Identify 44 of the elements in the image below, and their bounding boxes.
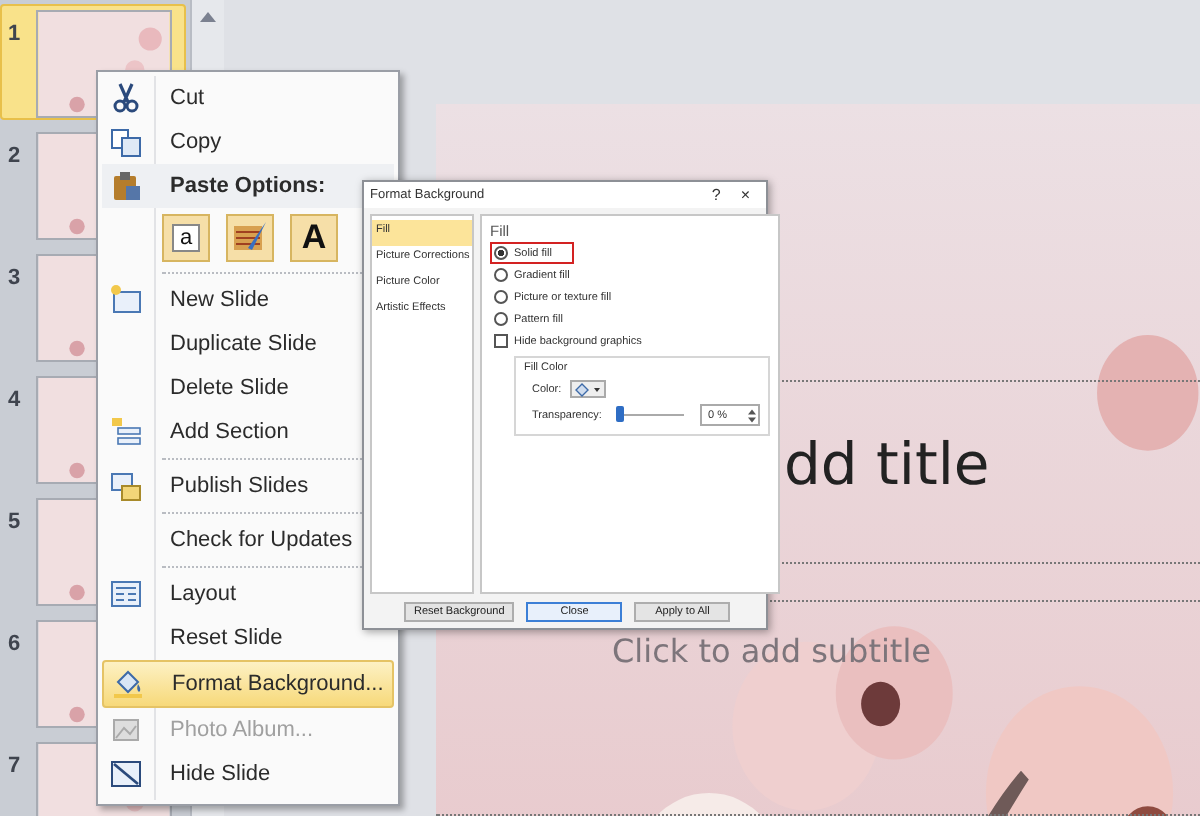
spin-arrows-icon[interactable] [748, 407, 756, 423]
menu-item[interactable]: Reset Slide [170, 626, 283, 650]
paint-bucket-icon [112, 668, 144, 700]
scissors-icon [110, 82, 142, 114]
radio-button[interactable] [494, 246, 508, 260]
menu-section-header: Paste Options: [170, 174, 326, 198]
slide-number: 6 [8, 630, 23, 656]
slider-thumb[interactable] [616, 406, 624, 422]
clipboard-icon [110, 170, 142, 202]
slide-title-placeholder[interactable]: dd title [784, 430, 990, 498]
menu-item[interactable]: Add Section [170, 420, 289, 444]
publish-slides-icon [110, 470, 142, 502]
color-picker-button[interactable] [569, 380, 606, 398]
close-button[interactable]: × [730, 186, 760, 204]
menu-item[interactable]: Publish Slides [170, 474, 309, 498]
menu-item[interactable]: Layout [170, 582, 237, 606]
layout-icon [110, 578, 142, 610]
copy-icon [110, 126, 142, 158]
radio-button[interactable] [494, 268, 508, 282]
slide-number: 5 [8, 508, 23, 534]
menu-item[interactable]: Check for Updates [170, 528, 353, 552]
menu-item[interactable]: Duplicate Slide [170, 332, 317, 356]
slide-number: 4 [8, 386, 23, 412]
menu-item[interactable]: Format Background... [102, 660, 394, 708]
radio-button[interactable] [494, 290, 508, 304]
slide-number: 1 [8, 20, 23, 46]
paste-option-button[interactable] [226, 214, 274, 262]
slide-number: 3 [8, 264, 23, 290]
slide-number: 2 [8, 142, 23, 168]
add-section-icon [110, 416, 142, 448]
menu-item[interactable]: Copy [170, 130, 222, 154]
paste-option-button[interactable]: A [290, 214, 338, 262]
new-slide-icon [110, 284, 142, 316]
help-button[interactable]: ? [701, 186, 731, 204]
hide-slide-icon [110, 758, 142, 790]
paste-option-button[interactable]: a [162, 214, 210, 262]
photo-album-icon [110, 714, 142, 746]
scroll-up-icon[interactable] [200, 12, 216, 22]
menu-item[interactable]: New Slide [170, 288, 270, 312]
slide-number: 7 [8, 752, 23, 778]
radio-button[interactable] [494, 312, 508, 326]
menu-item[interactable]: Delete Slide [170, 376, 289, 400]
menu-item[interactable]: Hide Slide [170, 762, 271, 786]
checkbox[interactable] [494, 334, 508, 348]
